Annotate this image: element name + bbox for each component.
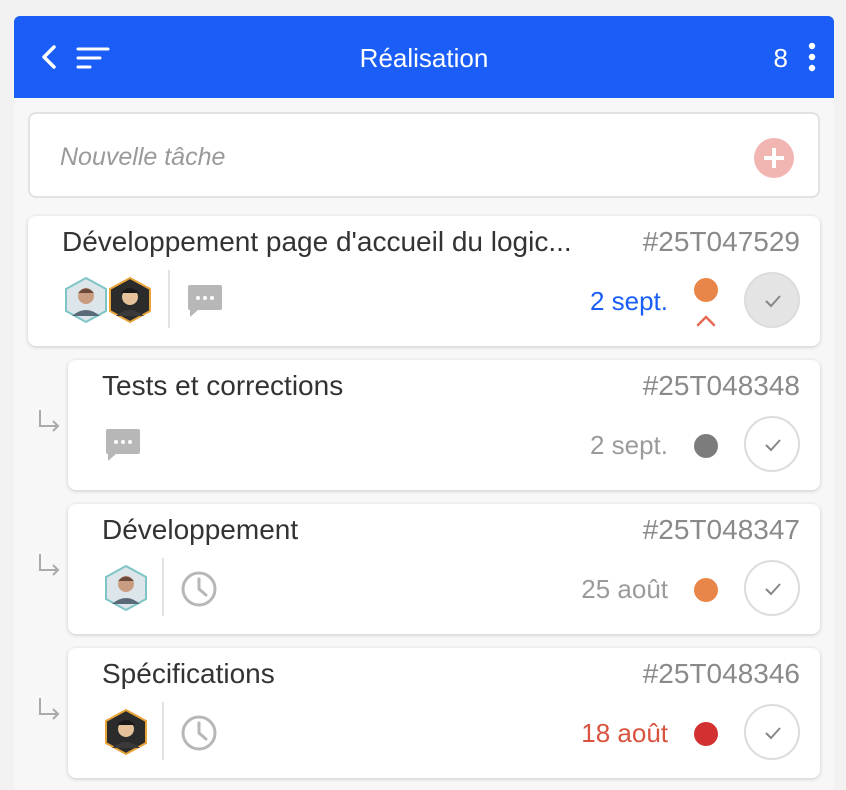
due-date: 25 août [581,574,668,604]
divider [162,558,164,616]
subtask-arrow-icon [39,410,60,432]
task-name: Spécifications [102,658,275,689]
task-ref: #25T048346 [642,658,800,689]
priority-dot [694,722,718,746]
task-panel: Réalisation 8 Développement page d'accue… [14,16,834,790]
avatar-2[interactable] [108,276,152,324]
task-name: Tests et corrections [102,370,344,401]
avatar-2[interactable] [104,708,148,756]
task-card[interactable]: Développement page d'accueil du logic...… [28,216,820,346]
avatar-1[interactable] [64,276,108,324]
priority-dot [694,278,718,302]
task-name: Développement page d'accueil du logic... [62,226,572,257]
subtask-arrow-icon [39,698,60,720]
complete-button[interactable] [744,272,800,328]
header-bar: Réalisation 8 [14,16,834,98]
divider [162,702,164,760]
new-task-input[interactable] [60,138,700,176]
comment-icon[interactable] [186,284,224,318]
comment-icon[interactable] [104,428,142,462]
subtask-arrow-icon [39,554,60,576]
page-title: Réalisation [359,43,489,73]
task-ref: #25T047529 [642,226,800,257]
new-task-box [28,112,820,198]
clock-icon[interactable] [180,570,218,608]
priority-dot [694,578,718,602]
due-date: 2 sept. [589,286,668,316]
task-count: 8 [773,43,788,73]
complete-button[interactable] [744,704,800,760]
add-task-button[interactable] [754,138,794,178]
task-card[interactable]: Tests et corrections #25T048348 2 sept. [68,360,820,490]
task-ref: #25T048348 [642,370,800,401]
complete-button[interactable] [744,560,800,616]
task-ref: #25T048347 [642,514,800,545]
task-card[interactable]: Spécifications #25T048346 18 août [68,648,820,778]
priority-dot [694,434,718,458]
divider [168,270,170,328]
more-options-icon[interactable] [806,42,818,72]
task-name: Développement [102,514,299,545]
avatar-1[interactable] [104,564,148,612]
task-card[interactable]: Développement #25T048347 25 août [68,504,820,634]
due-date: 18 août [581,718,668,748]
complete-button[interactable] [744,416,800,472]
chevron-up-icon[interactable] [695,314,717,328]
due-date: 2 sept. [589,430,668,460]
clock-icon[interactable] [180,714,218,752]
